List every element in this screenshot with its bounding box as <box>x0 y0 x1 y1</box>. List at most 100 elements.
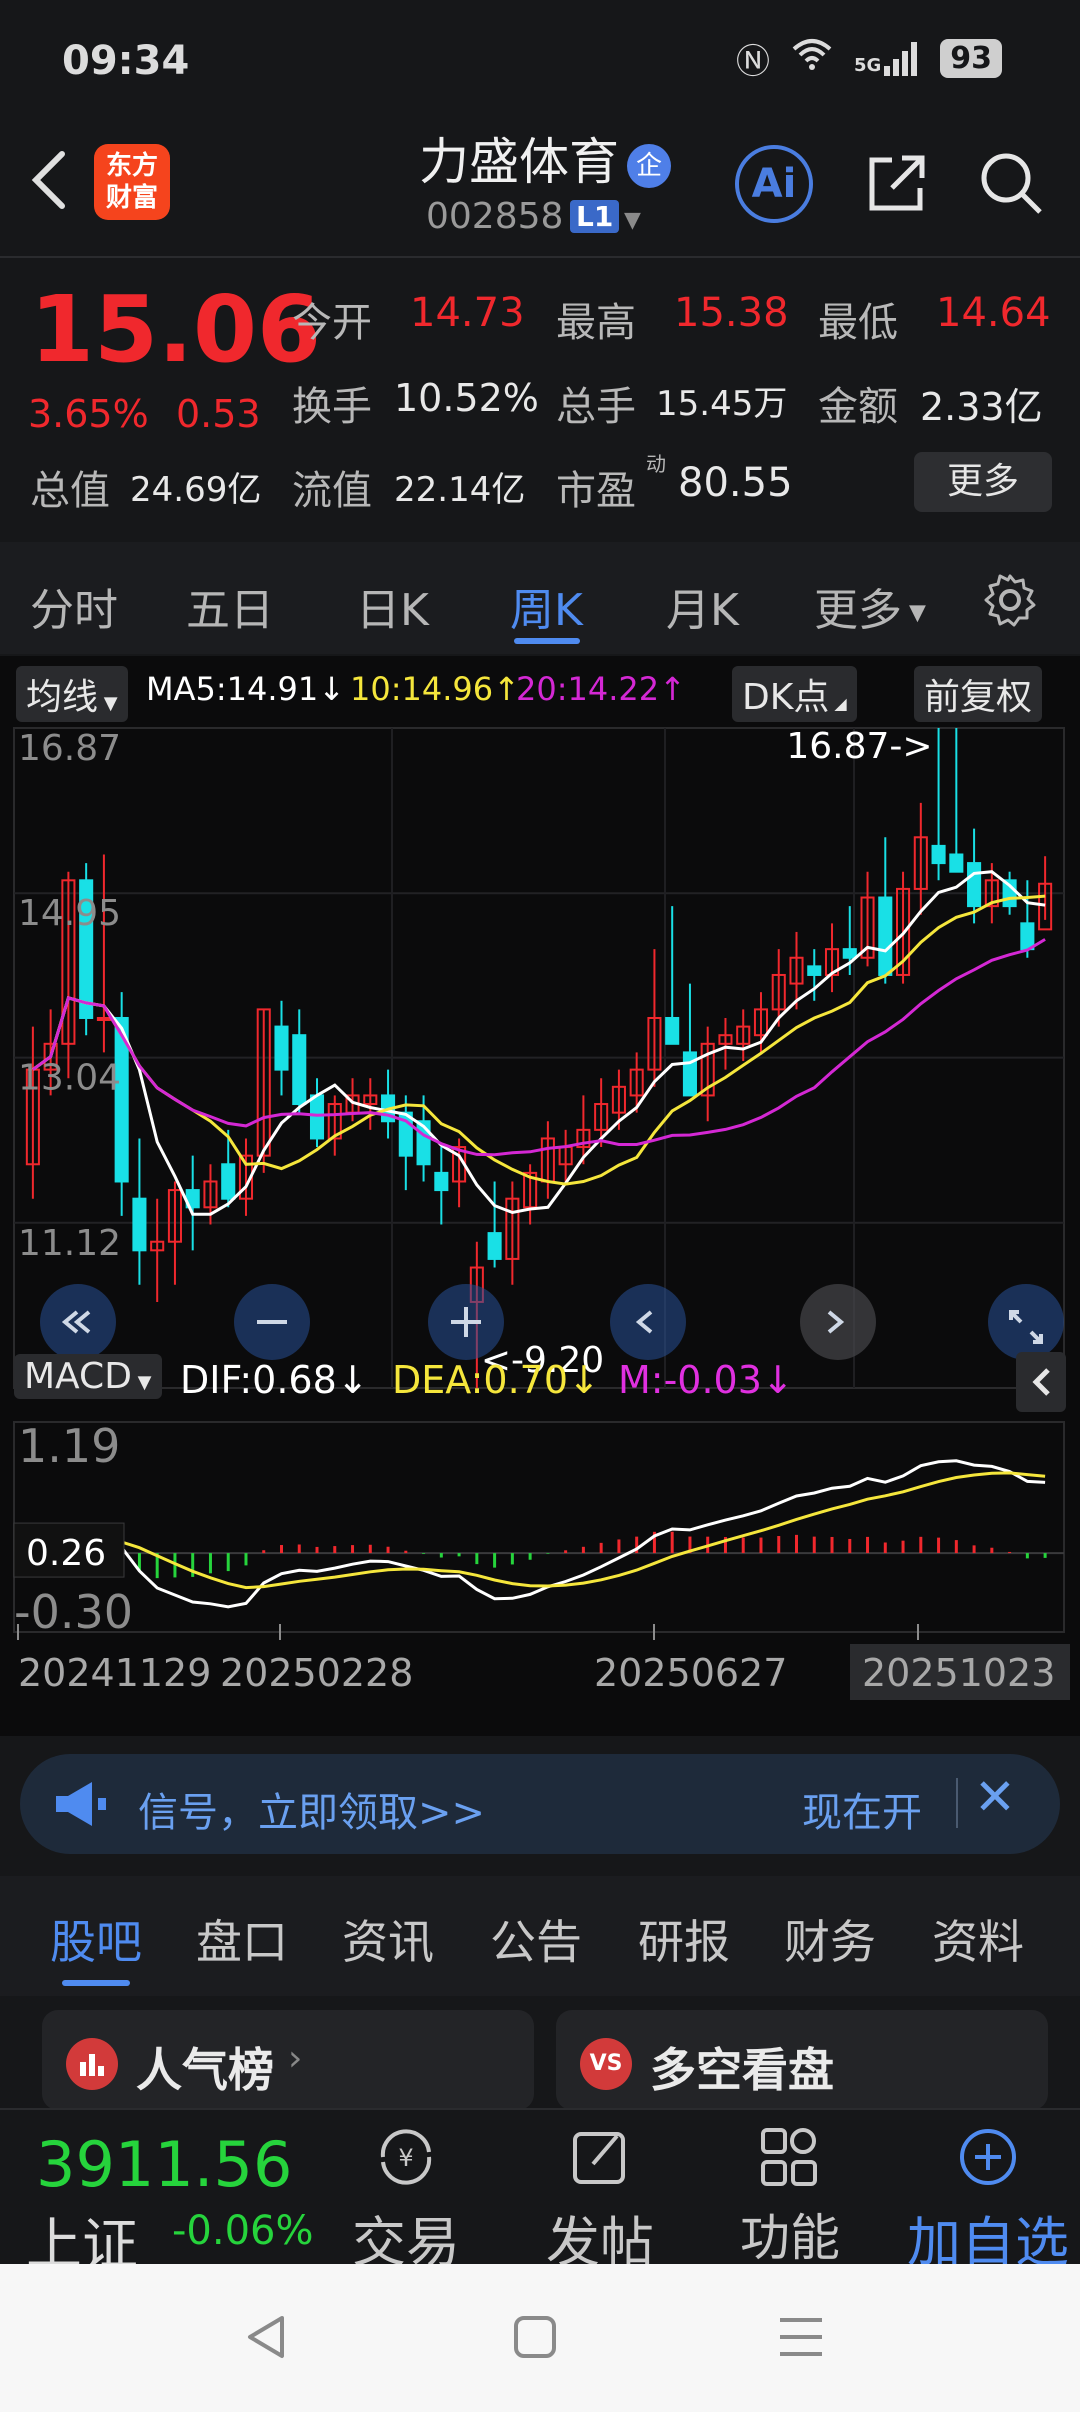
chart-area[interactable]: 均线 ▼ MA5:14.91↓ 10:14.96↑ 20:14.22↑ DK点 … <box>0 656 1080 1736</box>
dea-line <box>32 1471 1046 1590</box>
caret-down-icon: ▼ <box>902 600 926 626</box>
high-marker: 16.87-> <box>786 726 932 767</box>
megaphone-icon <box>50 1778 110 1830</box>
zoom-in-icon[interactable] <box>428 1284 504 1360</box>
tab-intraday[interactable]: 分时 <box>30 574 118 638</box>
fullscreen-icon[interactable] <box>988 1284 1064 1360</box>
chevron-right-icon: › <box>288 2038 303 2079</box>
ma-selector-label: 均线 <box>26 677 99 718</box>
y-tick-label: 16.87 <box>18 728 121 769</box>
candle-body <box>132 1197 147 1252</box>
dk-point-button[interactable]: DK点 ◢ <box>732 666 857 722</box>
scroll-right-icon[interactable] <box>800 1284 876 1360</box>
info-tabs: 股吧 盘口 资讯 公告 研报 财务 资料 <box>0 1876 1080 1996</box>
tab-weekly-k[interactable]: 周K <box>510 574 583 638</box>
system-menu-icon[interactable] <box>776 2314 826 2360</box>
tab-financials[interactable]: 财务 <box>784 1906 876 1972</box>
signal-label: 5G <box>853 54 882 76</box>
tab-daily-k[interactable]: 日K <box>356 574 429 638</box>
tab-more[interactable]: 更多 ▼ <box>814 574 926 638</box>
macd-frame <box>13 1421 1065 1633</box>
system-home-icon[interactable] <box>512 2314 558 2360</box>
nfc-icon: Ⓝ <box>735 42 770 82</box>
macd-y-tick: 1.19 <box>18 1419 120 1473</box>
candle-body <box>807 965 822 976</box>
turnover-value: 10.52% <box>394 376 539 420</box>
candle-body <box>842 948 857 959</box>
share-button[interactable] <box>862 148 932 218</box>
fast-backward-icon[interactable] <box>40 1284 116 1360</box>
header-divider <box>0 256 1080 258</box>
market-cap-label: 总值 <box>30 468 110 514</box>
y-tick-label: 11.12 <box>18 1223 121 1264</box>
candle-body <box>221 1163 236 1200</box>
corner-arrow-icon: ◢ <box>829 694 847 713</box>
more-quote-button[interactable]: 更多 <box>914 452 1052 512</box>
edit-icon <box>573 2132 625 2184</box>
float-cap-label: 流值 <box>292 468 372 514</box>
pe-value: 80.55 <box>678 460 793 506</box>
tab-news[interactable]: 资讯 <box>342 1906 434 1972</box>
chevron-left-icon <box>1032 1368 1050 1396</box>
index-value[interactable]: 3911.56 <box>36 2128 292 2201</box>
current-price: 15.06 <box>30 276 322 383</box>
close-icon[interactable]: ✕ <box>974 1768 1016 1826</box>
nav-add-watchlist[interactable]: 加自选 <box>898 2122 1078 2277</box>
candlestick-chart[interactable]: 16.8714.9513.0411.129.2016.87-><-9.20 <box>0 720 1080 1420</box>
collapse-indicator-button[interactable] <box>1016 1352 1066 1412</box>
tab-five-day[interactable]: 五日 <box>186 574 274 638</box>
candle-body <box>967 862 982 908</box>
scroll-left-icon[interactable] <box>610 1284 686 1360</box>
system-back-icon[interactable] <box>244 2312 288 2362</box>
tab-forum[interactable]: 股吧 <box>50 1906 142 1972</box>
ma20-legend: 20:14.22↑ <box>516 670 686 708</box>
popularity-card[interactable]: 人气榜 › <box>42 2010 534 2110</box>
ma-selector[interactable]: 均线 ▼ <box>16 666 128 722</box>
active-tab-indicator <box>62 1980 130 1986</box>
tab-order-book[interactable]: 盘口 <box>196 1906 288 1972</box>
float-cap-value: 22.14亿 <box>394 470 526 510</box>
stock-name: 力盛体育 <box>419 133 619 191</box>
vs-icon: VS <box>580 2038 632 2090</box>
caret-down-icon[interactable]: ▼ <box>624 208 641 233</box>
battery-indicator: 93 <box>940 39 1002 78</box>
dea-legend: DEA:0.70↓ <box>392 1358 600 1402</box>
candle-body <box>878 896 893 976</box>
nav-functions[interactable]: 功能 <box>710 2122 870 2270</box>
ai-assistant-button[interactable]: Ai <box>735 145 813 223</box>
promo-banner[interactable]: 信号，立即领取>> 现在开 ✕ <box>20 1754 1060 1854</box>
candle-body <box>292 1034 307 1106</box>
status-time: 09:34 <box>62 38 190 84</box>
volume-label: 总手 <box>556 384 636 430</box>
chart-settings-button[interactable] <box>982 572 1038 628</box>
nav-trade[interactable]: ¥ 交易 <box>326 2122 486 2277</box>
macd-chart[interactable]: 1.19 0.26 -0.30 20241129 20250228 20250627 202… <box>0 1416 1080 1716</box>
popularity-title: 人气榜 <box>136 2043 274 2097</box>
status-bar: 09:34 Ⓝ 5G 93 <box>0 0 1080 120</box>
nav-post[interactable]: 发帖 <box>520 2122 680 2277</box>
y-tick-label: 13.04 <box>18 1058 121 1099</box>
candle-body <box>487 1232 502 1260</box>
tab-monthly-k[interactable]: 月K <box>666 574 739 638</box>
turnover-label: 换手 <box>292 384 372 430</box>
plus-circle-icon <box>960 2129 1016 2185</box>
long-short-card[interactable]: VS 多空看盘 <box>556 2010 1048 2110</box>
period-tabs: 分时 五日 日K 周K 月K 更多 ▼ <box>0 542 1080 654</box>
tab-announcements[interactable]: 公告 <box>490 1906 582 1972</box>
macd-selector[interactable]: MACD ▼ <box>14 1354 162 1399</box>
tab-profile[interactable]: 资料 <box>932 1906 1024 1972</box>
level-badge[interactable]: L1 <box>570 200 620 233</box>
banner-action-text[interactable]: 现在开 <box>802 1780 922 1838</box>
ma20-line <box>32 938 1046 1157</box>
tab-research[interactable]: 研报 <box>638 1906 730 1972</box>
candle-body <box>665 1016 680 1045</box>
forward-adjust-button[interactable]: 前复权 <box>914 666 1043 722</box>
candle-body <box>931 844 946 865</box>
zoom-out-icon[interactable] <box>234 1284 310 1360</box>
wifi-icon <box>792 37 832 80</box>
banner-text[interactable]: 信号，立即领取>> <box>138 1780 485 1838</box>
search-button[interactable] <box>976 148 1046 218</box>
amount-value: 2.33亿 <box>920 385 1043 429</box>
x-axis-label: 20251023 <box>862 1651 1055 1695</box>
enterprise-badge: 企 <box>627 143 671 188</box>
